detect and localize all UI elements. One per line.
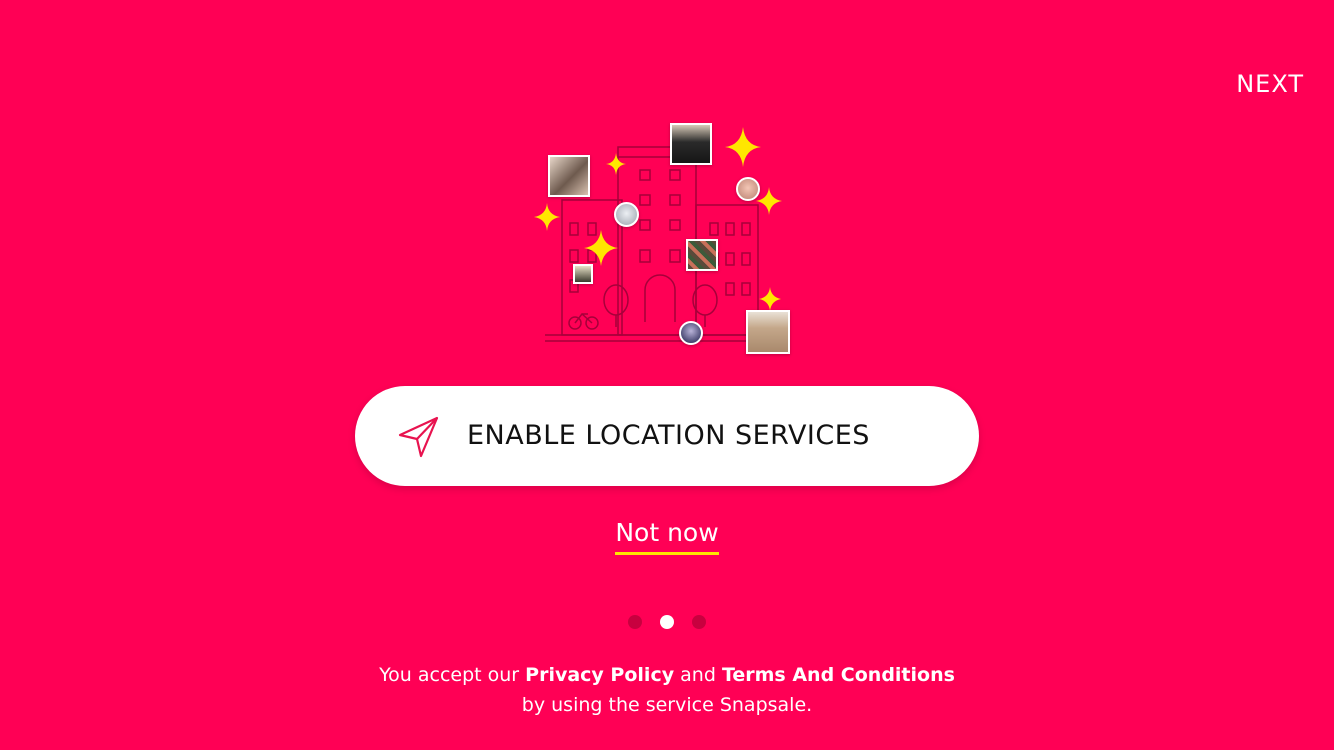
enable-location-button[interactable]: ENABLE LOCATION SERVICES	[355, 386, 979, 486]
privacy-policy-link[interactable]: Privacy Policy	[525, 664, 674, 686]
terms-link[interactable]: Terms And Conditions	[722, 664, 955, 686]
legal-and: and	[680, 664, 716, 686]
location-arrow-icon	[398, 416, 439, 458]
not-now-link[interactable]: Not now	[615, 518, 719, 555]
enable-location-label: ENABLE LOCATION SERVICES	[467, 420, 870, 451]
page-dot-active	[660, 615, 674, 629]
product-photo	[746, 310, 790, 354]
avatar	[614, 202, 639, 227]
legal-text: You accept our Privacy Policy and Terms …	[0, 660, 1334, 720]
page-dot	[692, 615, 706, 629]
page-dot	[628, 615, 642, 629]
legal-suffix: by using the service Snapsale.	[521, 694, 813, 716]
product-photo	[548, 155, 590, 197]
legal-prefix: You accept our	[379, 664, 520, 686]
avatar	[679, 321, 703, 345]
product-photo	[686, 239, 718, 271]
product-photo	[573, 264, 593, 284]
product-photo	[670, 123, 712, 165]
avatar	[736, 177, 760, 201]
next-button[interactable]: NEXT	[1236, 70, 1304, 98]
city-illustration	[530, 115, 800, 360]
page-indicator	[0, 615, 1334, 629]
